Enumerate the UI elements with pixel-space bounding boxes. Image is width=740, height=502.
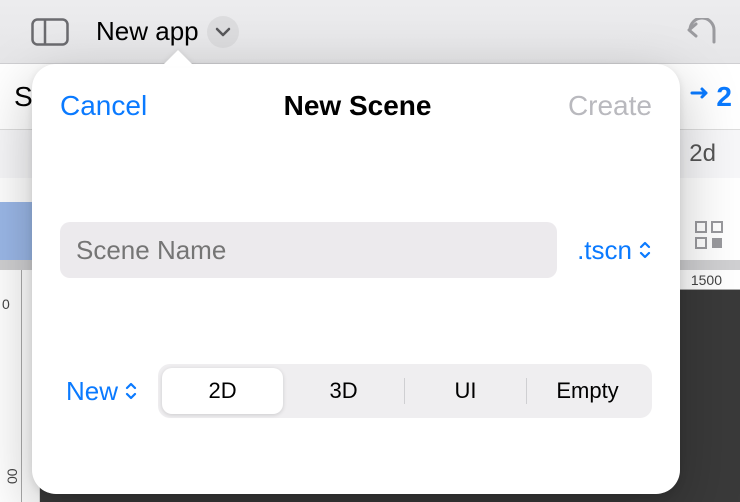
segment-ui[interactable]: UI [405, 368, 526, 414]
bg-ruler-1500: 1500 [691, 272, 722, 288]
modal-title: New Scene [284, 90, 432, 122]
up-down-icon [124, 381, 138, 401]
segment-3d-label: 3D [329, 378, 357, 404]
modal-header: Cancel New Scene Create [60, 90, 652, 122]
cancel-button[interactable]: Cancel [60, 90, 147, 122]
chevron-down-icon [215, 27, 231, 37]
undo-button[interactable] [680, 12, 724, 52]
panel-left-icon [31, 18, 69, 46]
new-scene-popover: Cancel New Scene Create .tscn New [32, 64, 680, 494]
bg-2n-link[interactable]: 2 [688, 81, 732, 113]
undo-icon [684, 18, 720, 46]
bg-ruler-zero: 0 [2, 296, 10, 312]
scene-name-input[interactable] [60, 222, 557, 278]
segment-2d-label: 2D [208, 378, 236, 404]
segment-empty-label: Empty [556, 378, 618, 404]
bg-ruler-500: 00 [4, 468, 20, 484]
extension-picker[interactable]: .tscn [577, 235, 652, 266]
create-button[interactable]: Create [568, 90, 652, 122]
sidebar-toggle-button[interactable] [22, 12, 78, 52]
root-node-row: New 2D 3D UI Empty [60, 364, 652, 418]
root-type-segmented: 2D 3D UI Empty [158, 364, 652, 418]
app-title: New app [96, 16, 199, 47]
segment-ui-label: UI [455, 378, 477, 404]
bg-2n-label: 2 [716, 81, 732, 113]
root-new-picker[interactable]: New [66, 376, 138, 407]
extension-label: .tscn [577, 235, 632, 266]
root-new-label: New [66, 376, 118, 407]
segment-2d[interactable]: 2D [162, 368, 283, 414]
swap-icon [688, 85, 712, 109]
app-title-dropdown-button[interactable] [207, 16, 239, 48]
snap-icon[interactable] [694, 220, 724, 250]
bg-left-letter: S [14, 81, 33, 113]
segment-empty[interactable]: Empty [527, 368, 648, 414]
bg-2d-label: 2d [689, 140, 716, 168]
scene-name-row: .tscn [60, 222, 652, 278]
top-toolbar: New app [0, 0, 740, 64]
segment-3d[interactable]: 3D [283, 368, 404, 414]
up-down-icon [638, 240, 652, 260]
